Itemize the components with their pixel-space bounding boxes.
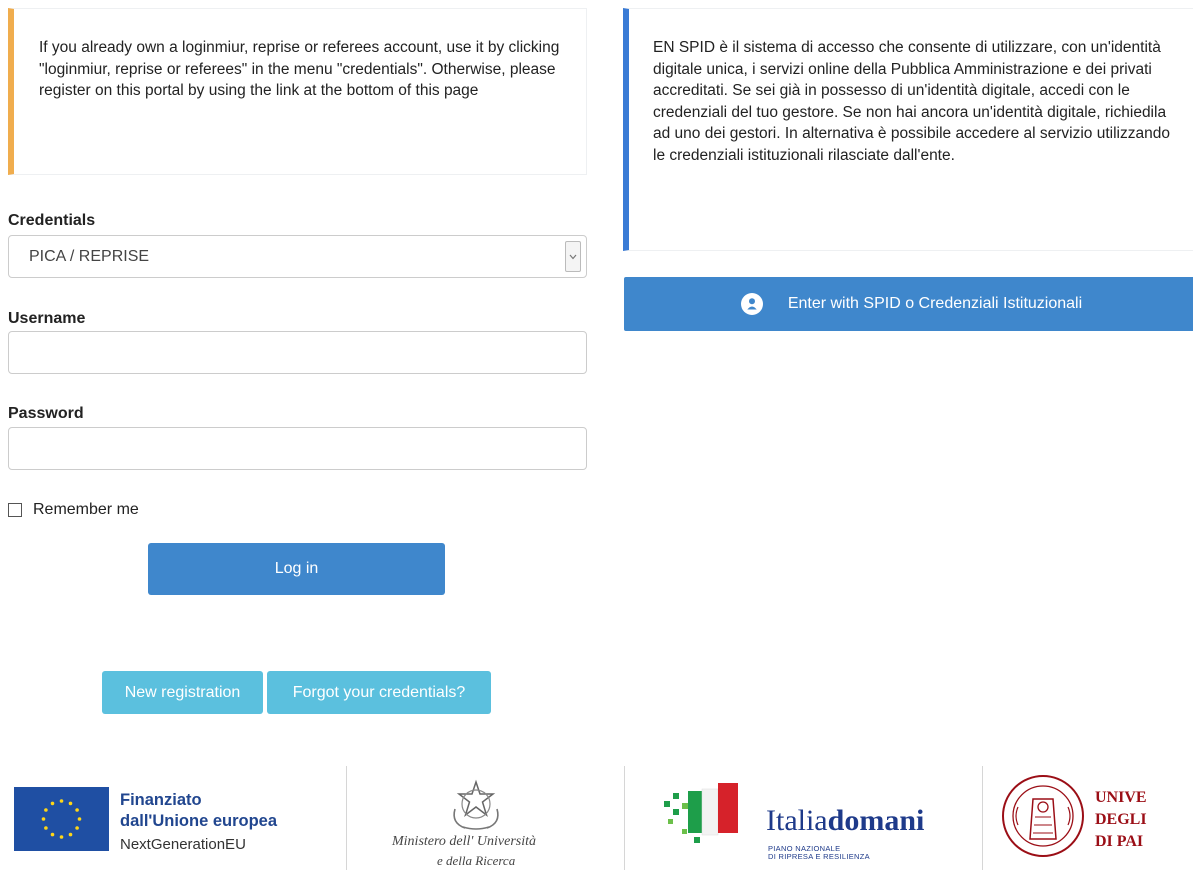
username-label: Username [8,310,86,327]
info-notice-left: If you already own a loginmiur, reprise … [8,8,587,175]
remember-me-checkbox[interactable] [8,503,22,517]
eu-funding-line1: Finanziato [120,791,202,809]
login-button[interactable]: Log in [148,543,445,595]
italiadomani-name-bold: domani [827,804,925,837]
user-icon [740,293,763,315]
new-registration-button[interactable]: New registration [102,671,263,714]
italiadomani-wordmark: Italiadomani [766,804,924,838]
password-label: Password [8,405,84,422]
italian-republic-emblem-icon [443,779,509,831]
university-name-line2: DEGLI [1095,811,1147,828]
spid-button-label: Enter with SPID o Credenziali Istituzion… [787,295,1083,312]
credentials-select[interactable]: PICA / REPRISE [8,235,587,278]
notice-right-text: EN SPID è il sistema di accesso che cons… [653,39,1170,164]
forgot-credentials-button[interactable]: Forgot your credentials? [267,671,491,714]
eu-funding-line3: NextGenerationEU [120,836,246,853]
italiadomani-name-regular: Italia [766,804,828,837]
remember-me-label: Remember me [33,501,139,518]
university-name-line3: DI PAI [1095,833,1144,850]
ministry-name-line2: e della Ricerca [437,853,516,868]
footer-divider [346,766,347,870]
eu-funding-line2: dall'Unione europea [120,812,278,830]
username-input[interactable] [8,331,587,374]
footer-divider [982,766,983,870]
footer-divider [624,766,625,870]
university-seal-icon [1000,767,1086,865]
notice-left-text: If you already own a loginmiur, reprise … [39,39,560,99]
italiadomani-flag-logo [660,779,760,849]
spid-info-notice: EN SPID è il sistema di accesso che cons… [623,8,1193,251]
chevron-down-icon[interactable] [565,241,581,272]
italiadomani-subtitle: PIANO NAZIONALE DI RIPRESA E RESILIENZA [768,845,870,861]
eu-flag-logo [14,787,109,851]
ministry-name-line1: Ministero dell' Università [392,834,537,849]
spid-login-button[interactable]: Enter with SPID o Credenziali Istituzion… [624,277,1193,331]
italiadomani-sub-line2: DI RIPRESA E RESILIENZA [768,852,870,861]
password-input[interactable] [8,427,587,470]
credentials-label: Credentials [8,212,96,229]
remember-me[interactable]: Remember me [8,501,139,519]
university-name-line1: UNIVE [1095,789,1147,806]
credentials-select-value: PICA / REPRISE [29,248,150,265]
